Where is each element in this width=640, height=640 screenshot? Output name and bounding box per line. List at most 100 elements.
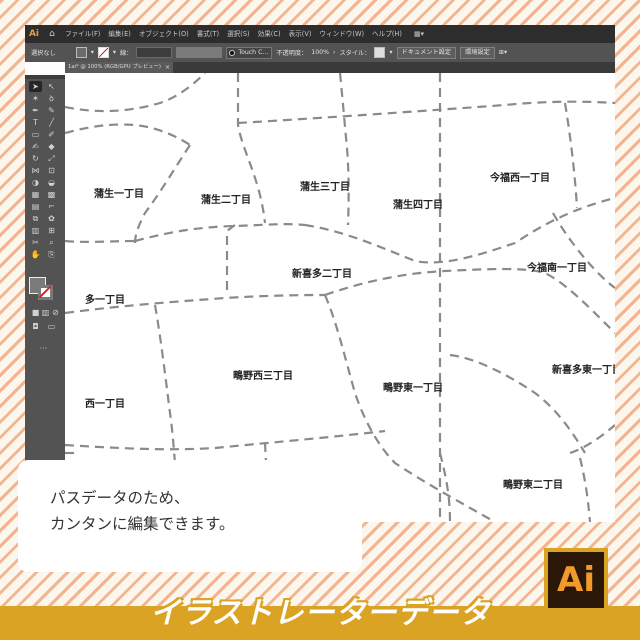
brush-name: Touch C... [238, 49, 269, 56]
road-line [563, 102, 579, 209]
chevron-down-icon[interactable]: ▾ [91, 49, 94, 56]
grid-icon[interactable]: ▦▾ [414, 30, 424, 38]
road-line [65, 239, 136, 243]
print-tiling-tool-icon[interactable]: ⎘ [45, 249, 58, 260]
road-line [324, 267, 615, 334]
road-line [304, 196, 615, 264]
app-logo: Ai [28, 29, 40, 39]
road-line [578, 457, 592, 522]
draw-mode-icon[interactable]: ◘ [29, 321, 42, 332]
artboard-tool-icon[interactable]: ⊞ [45, 225, 58, 236]
menu-window[interactable]: ウィンドウ(W) [315, 25, 368, 43]
stroke-color-well[interactable] [38, 285, 53, 300]
area-label: 蒲生一丁目 [94, 189, 144, 200]
line-tool-icon[interactable]: ╱ [45, 117, 58, 128]
rotate-tool-icon[interactable]: ↻ [29, 153, 42, 164]
free-transform-tool-icon[interactable]: ⊡ [45, 165, 58, 176]
area-label: 新喜多二丁目 [292, 269, 352, 280]
shaper-tool-icon[interactable]: ✍ [29, 141, 42, 152]
eraser-tool-icon[interactable]: ◆ [45, 141, 58, 152]
menu-file[interactable]: ファイル(F) [61, 25, 104, 43]
paintbrush-tool-icon[interactable]: ✐ [45, 129, 58, 140]
width-tool-icon[interactable]: ⋈ [29, 165, 42, 176]
road-line [237, 100, 615, 125]
artboard-canvas[interactable]: 蒲生一丁目 蒲生二丁目 蒲生三丁目 蒲生四丁目 今福西一丁目 新喜多二丁目 今福… [65, 73, 615, 522]
magic-wand-tool-icon[interactable]: ✶ [29, 93, 42, 104]
lasso-tool-icon[interactable]: ꝺ [45, 93, 58, 104]
road-line [225, 224, 236, 295]
banner-title: イラストレーターデータ [150, 596, 491, 631]
chevron-down-icon[interactable]: ▾ [113, 49, 116, 56]
note-box: パスデータのため、 カンタンに編集できます。 [18, 460, 362, 572]
illustrator-badge: Ai [544, 548, 608, 612]
type-tool-icon[interactable]: T [29, 117, 42, 128]
home-icon[interactable]: ⌂ [43, 25, 61, 43]
menu-help[interactable]: ヘルプ(H) [368, 25, 406, 43]
hand-tool-icon[interactable]: ✋ [29, 249, 42, 260]
more-tools-icon[interactable]: ··· [37, 343, 50, 354]
chevron-right-icon[interactable]: › [333, 49, 335, 56]
curvature-tool-icon[interactable]: ✎ [45, 105, 58, 116]
ai-logo-icon: Ai [548, 552, 604, 608]
document-tab-title: 1ai* @ 100% (RGB/GPU プレビュー) [68, 64, 161, 70]
style-label: スタイル： [339, 50, 371, 57]
area-label: 鴫野東二丁目 [503, 480, 563, 491]
area-label: 蒲生二丁目 [201, 195, 251, 206]
screen-mode-icon[interactable]: ▭ [45, 321, 58, 332]
opacity-label: 不透明度： [276, 50, 308, 57]
document-tab[interactable]: 1ai* @ 100% (RGB/GPU プレビュー) × [65, 62, 173, 73]
area-label: 蒲生四丁目 [393, 200, 443, 211]
chevron-down-icon[interactable]: ▾ [389, 49, 392, 56]
note-line-1: パスデータのため、 [50, 489, 190, 507]
scale-tool-icon[interactable]: ⤢ [45, 153, 58, 164]
road-line [65, 73, 206, 113]
control-bar: 選択なし ▾ ▾ 線： Touch C... 不透明度： 100% › スタイル… [25, 43, 615, 62]
selection-tool-icon[interactable]: ➤ [29, 81, 42, 92]
variable-width-field[interactable] [176, 47, 223, 58]
road-line [134, 223, 306, 243]
road-line [65, 429, 386, 451]
arrange-icon[interactable]: ⊞▾ [499, 49, 507, 56]
map-boundaries [65, 73, 615, 522]
column-graph-tool-icon[interactable]: ▥ [29, 225, 42, 236]
perspective-grid-tool-icon[interactable]: ▦ [29, 189, 42, 200]
brush-dot-icon [229, 49, 236, 56]
illustrator-window: Ai ⌂ ファイル(F) 編集(E) オブジェクト(O) 書式(T) 選択(S)… [25, 25, 615, 522]
slice-tool-icon[interactable]: ✂ [29, 237, 42, 248]
menu-object[interactable]: オブジェクト(O) [135, 25, 193, 43]
zoom-tool-icon[interactable]: ⌕ [45, 237, 58, 248]
mesh-tool-icon[interactable]: ▩ [45, 189, 58, 200]
opacity-value[interactable]: 100% [311, 49, 329, 56]
document-tab-bar: 1ai* @ 100% (RGB/GPU プレビュー) × [65, 62, 615, 73]
road-line [65, 123, 191, 146]
menu-type[interactable]: 書式(T) [193, 25, 223, 43]
live-paint-tool-icon[interactable]: ◒ [45, 177, 58, 188]
stroke-weight-field[interactable] [136, 47, 173, 58]
none-mode-icon[interactable]: ⊘ [49, 307, 62, 318]
rectangle-tool-icon[interactable]: ▭ [29, 129, 42, 140]
document-settings-button[interactable]: ドキュメント設定 [396, 46, 457, 59]
direct-selection-tool-icon[interactable]: ↖ [45, 81, 58, 92]
style-swatch[interactable] [374, 47, 386, 58]
menu-effect[interactable]: 効果(C) [254, 25, 285, 43]
fill-swatch[interactable] [75, 47, 87, 58]
menu-select[interactable]: 選択(S) [223, 25, 254, 43]
panel-grip[interactable] [25, 75, 65, 79]
menu-edit[interactable]: 編集(E) [104, 25, 135, 43]
gradient-tool-icon[interactable]: ▤ [29, 201, 42, 212]
menu-view[interactable]: 表示(V) [285, 25, 316, 43]
shape-builder-tool-icon[interactable]: ◑ [29, 177, 42, 188]
pen-tool-icon[interactable]: ✒ [29, 105, 42, 116]
note-line-2: カンタンに編集できます。 [50, 515, 235, 533]
eyedropper-tool-icon[interactable]: ⌐ [45, 201, 58, 212]
road-line [338, 73, 350, 226]
blend-tool-icon[interactable]: ⧉ [29, 213, 42, 224]
stroke-swatch[interactable] [97, 47, 109, 58]
symbol-sprayer-tool-icon[interactable]: ✿ [45, 213, 58, 224]
area-label: 今福西一丁目 [490, 173, 550, 184]
road-line [552, 212, 615, 289]
preferences-button[interactable]: 環境設定 [460, 46, 495, 59]
close-icon[interactable]: × [165, 62, 170, 73]
area-label: 西一丁目 [85, 399, 125, 410]
brush-field[interactable]: Touch C... [226, 46, 273, 59]
